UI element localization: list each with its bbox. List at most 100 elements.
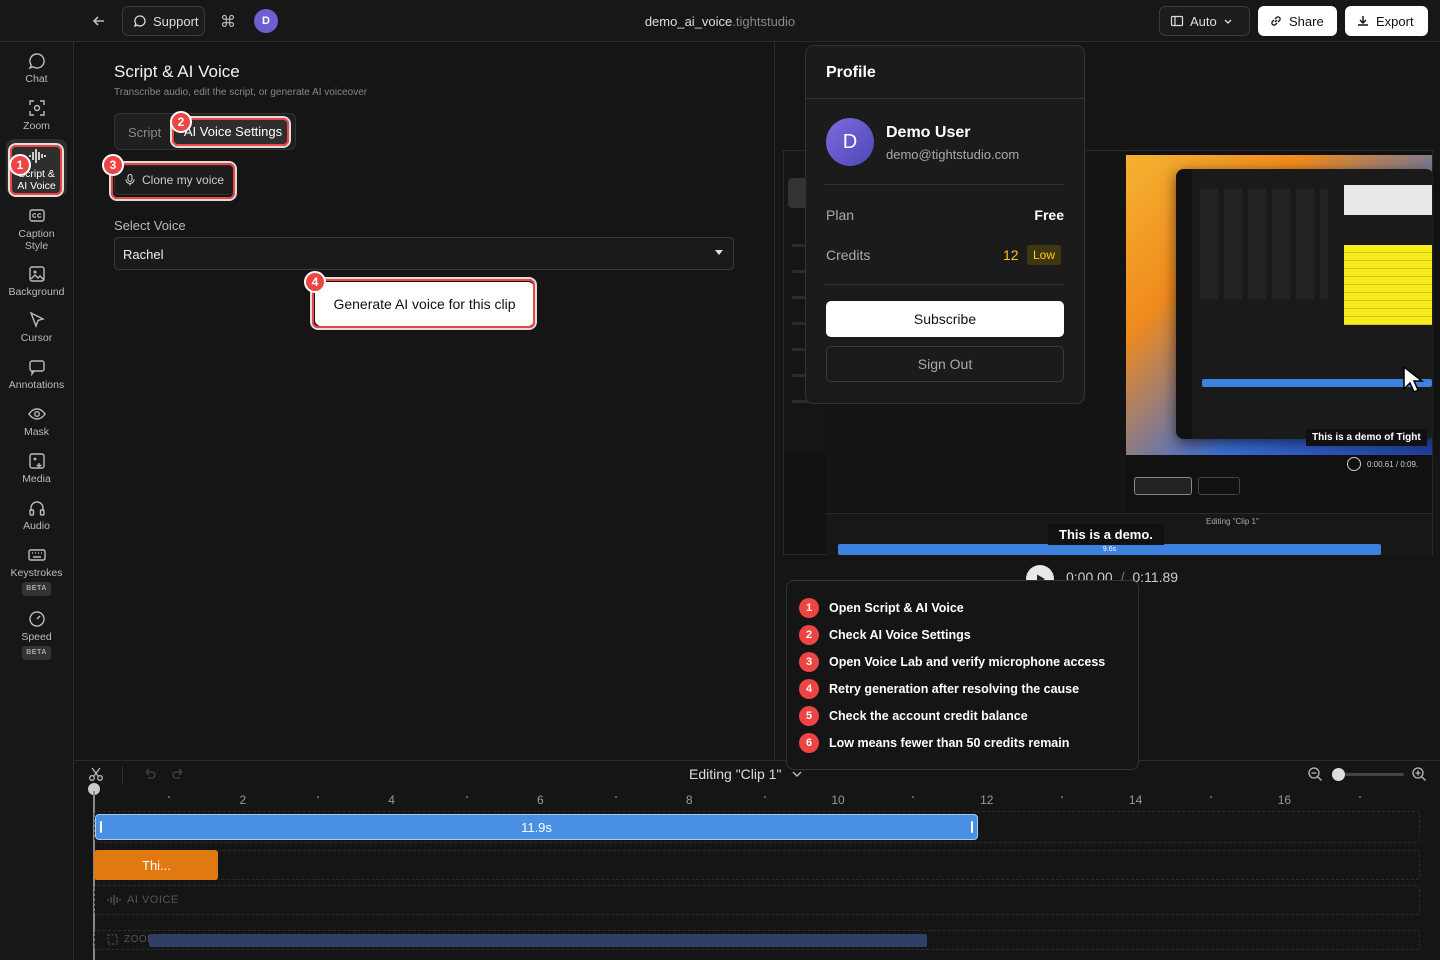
- top-bar: Support ⌘ D demo_ai_voice.tightstudio Au…: [0, 0, 1440, 42]
- voice-select-value: Rachel: [123, 247, 164, 262]
- ruler-minor-tick: [614, 796, 617, 798]
- video-clip[interactable]: 11.9s: [95, 814, 978, 840]
- beta-badge: BETA: [22, 582, 51, 596]
- back-arrow-icon[interactable]: [90, 12, 108, 30]
- sidebar-item-annotations[interactable]: Annotations: [6, 358, 67, 391]
- export-button[interactable]: Export: [1345, 6, 1428, 36]
- recorded-window-sidebar: [1176, 169, 1192, 439]
- sidebar-item-chat[interactable]: Chat: [6, 52, 67, 85]
- sidebar-item-media[interactable]: Media: [6, 452, 67, 485]
- panel-title: Script & AI Voice: [114, 62, 240, 81]
- app-root: Support ⌘ D demo_ai_voice.tightstudio Au…: [0, 0, 1440, 960]
- profile-divider: [806, 98, 1084, 99]
- sidebar-item-label: Speed: [21, 631, 52, 643]
- recorded-timeline-bar: [1202, 379, 1432, 387]
- link-icon: [1269, 14, 1283, 28]
- guide-step-number: 6: [799, 733, 819, 753]
- annotation-icon: [28, 358, 46, 379]
- step-badge-2: 2: [170, 111, 192, 133]
- sidebar-item-label: Media: [22, 473, 51, 485]
- highlight-generate: [312, 279, 535, 328]
- ruler-minor-tick: [1210, 796, 1212, 798]
- select-voice-label: Select Voice: [114, 218, 186, 233]
- caption-track: [94, 850, 1420, 880]
- ruler-minor-tick: [763, 796, 766, 798]
- sidebar-item-zoom[interactable]: Zoom: [6, 99, 67, 132]
- profile-name: Demo User: [886, 124, 971, 141]
- sidebar-item-audio[interactable]: Audio: [6, 499, 67, 532]
- project-filename: demo_ai_voice.tightstudio: [600, 14, 840, 29]
- ruler-tick-label: 8: [685, 793, 693, 807]
- sidebar-item-caption-style[interactable]: Caption Style: [6, 207, 67, 252]
- ruler-tick-label: 4: [388, 793, 395, 807]
- sidebar-item-label: Audio: [23, 520, 50, 532]
- guide-step: 1 Open Script & AI Voice: [799, 598, 964, 618]
- layout-icon: [1170, 14, 1184, 28]
- recorded-doc-header: [1344, 185, 1432, 215]
- sidebar-item-label: Caption Style: [18, 228, 55, 252]
- tab-script[interactable]: Script: [128, 125, 161, 140]
- caption-clip[interactable]: Thi...: [94, 850, 218, 880]
- zoom-track: ZOOM: [94, 930, 1420, 950]
- subscribe-button[interactable]: Subscribe: [826, 301, 1064, 337]
- sidebar-item-label: Annotations: [8, 379, 65, 391]
- total-time: 0:11.89: [1132, 569, 1179, 585]
- profile-title: Profile: [826, 64, 876, 81]
- sidebar-item-label: Keystrokes: [10, 567, 63, 579]
- ruler-tick-label: 10: [831, 793, 845, 807]
- plan-value: Free: [1034, 207, 1064, 223]
- eye-icon: [27, 405, 46, 426]
- preview-caption: This is a demo.: [1048, 524, 1164, 545]
- download-icon: [1356, 14, 1370, 28]
- chat-bubble-icon: [28, 52, 46, 73]
- waveform-small-icon: [107, 894, 121, 906]
- clip-left-handle[interactable]: [100, 821, 102, 833]
- ruler-tick-label: 2: [239, 793, 247, 807]
- sidebar-item-speed[interactable]: Speed BETA: [6, 610, 67, 660]
- command-icon[interactable]: ⌘: [220, 12, 236, 32]
- guide-step-text: Open Voice Lab and verify microphone acc…: [829, 655, 1106, 669]
- credits-value: 12: [1003, 247, 1019, 263]
- voice-select[interactable]: Rachel: [114, 237, 734, 270]
- guide-step: 5 Check the account credit balance: [799, 706, 1028, 726]
- recorded-time: 0:00.61 / 0:09.: [1367, 459, 1419, 469]
- ai-voice-track-label: AI VOICE: [107, 894, 179, 906]
- ruler-minor-tick: [912, 796, 915, 798]
- sidebar-item-label: Chat: [25, 73, 48, 85]
- profile-divider-2: [824, 184, 1064, 185]
- clip-right-handle[interactable]: [971, 821, 973, 833]
- sign-out-button[interactable]: Sign Out: [826, 346, 1064, 382]
- sidebar-item-mask[interactable]: Mask: [6, 405, 67, 438]
- profile-email: demo@tightstudio.com: [886, 147, 1020, 162]
- sidebar-item-label: Cursor: [20, 332, 53, 344]
- recorded-clip-bar: 9.6s: [838, 544, 1381, 555]
- guide-step-text: Open Script & AI Voice: [829, 601, 964, 615]
- user-avatar[interactable]: D: [254, 9, 278, 33]
- script-ai-voice-panel: Script & AI Voice Transcribe audio, edit…: [74, 42, 775, 760]
- support-label: Support: [153, 13, 199, 29]
- share-label: Share: [1289, 13, 1324, 29]
- sidebar-item-background[interactable]: Background: [6, 265, 67, 298]
- ruler-minor-tick: [168, 796, 171, 798]
- profile-divider-3: [824, 284, 1064, 285]
- recorded-app-window: This is a demo of Tight: [1176, 169, 1434, 446]
- sidebar-item-label: Background: [8, 286, 65, 298]
- sidebar-item-keystrokes[interactable]: Keystrokes BETA: [6, 546, 67, 596]
- cursor-icon: [28, 311, 46, 332]
- gauge-icon: [28, 610, 46, 631]
- timeline: Editing "Clip 1" 2 4 6 8 10 12 14 16 11.9s Thi.…: [74, 760, 1440, 960]
- guide-step: 3 Open Voice Lab and verify microphone ac…: [799, 652, 1105, 672]
- export-label: Export: [1376, 13, 1414, 29]
- zoom-segment[interactable]: [149, 934, 927, 947]
- ai-voice-track: AI VOICE: [94, 885, 1420, 915]
- recorded-caption: This is a demo of Tight: [1306, 429, 1427, 446]
- guide-step-number: 4: [799, 679, 819, 699]
- clip-length: 11.9s: [521, 819, 552, 835]
- auto-layout-dropdown[interactable]: Auto: [1159, 6, 1250, 36]
- ruler-minor-tick: [1358, 796, 1361, 798]
- share-button[interactable]: Share: [1258, 6, 1337, 36]
- recorded-wallpaper: This is a demo of Tight: [1126, 155, 1434, 455]
- sidebar-item-label: Mask: [23, 426, 50, 438]
- support-button[interactable]: Support: [122, 6, 205, 36]
- sidebar-item-cursor[interactable]: Cursor: [6, 311, 67, 344]
